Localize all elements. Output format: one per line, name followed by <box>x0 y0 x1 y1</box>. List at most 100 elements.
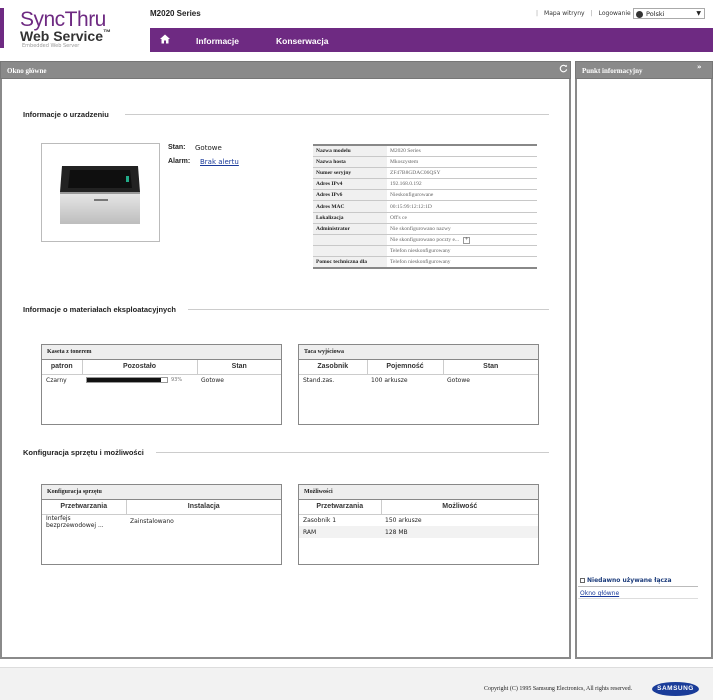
divider <box>578 586 698 587</box>
column-header: Stan <box>443 360 538 375</box>
expand-icon[interactable]: » <box>697 63 702 71</box>
capability-item: Zasobnik 1 <box>299 514 381 526</box>
language-value: Polski <box>646 10 665 18</box>
device-info-value: Nie skonfigurowano poczty e... + <box>387 234 537 247</box>
column-header: Instalacja <box>126 500 281 515</box>
toner-table: patron Pozostało Stan Czarny 93% Gotowe <box>42 360 281 386</box>
table-row: Czarny 93% Gotowe <box>42 374 281 386</box>
hw-value: Zainstalowano <box>126 514 281 529</box>
device-info-key: Adres MAC <box>313 200 387 213</box>
section-divider <box>156 452 549 453</box>
toner-level: 93% <box>86 377 193 384</box>
capability-item: RAM <box>299 526 381 538</box>
logo-subtitle: Embedded Web Server <box>22 43 80 49</box>
login-link[interactable]: Logowanie <box>599 10 631 17</box>
printer-image <box>41 143 160 242</box>
device-info-row: Lokalizacja Off's ce <box>313 212 537 224</box>
column-header: Przetwarzania <box>299 500 382 515</box>
collapse-icon[interactable] <box>580 578 585 583</box>
device-info-row: Adres IPv6 Nieskonfigurowane <box>313 189 537 202</box>
nav-informacje[interactable]: Informacje <box>196 36 239 46</box>
device-info-value: Off's ce <box>387 212 537 224</box>
capability-value: 150 arkusze <box>381 514 538 526</box>
tray-capacity: 100 arkusze <box>367 374 443 386</box>
column-header: Pojemność <box>367 360 444 375</box>
capabilities-table: Przetwarzania Możliwość Zasobnik 1 150 a… <box>299 500 538 538</box>
device-info-value: Nieskonfigurowane <box>387 189 537 202</box>
recent-links-label: Niedawno używane łącza <box>587 577 672 584</box>
table-header-row: Przetwarzania Możliwość <box>299 500 538 515</box>
footer <box>0 667 713 700</box>
toner-percent: 93% <box>171 377 183 384</box>
refresh-icon[interactable] <box>559 64 568 73</box>
samsung-logo: SAMSUNG <box>652 682 699 696</box>
alarm-label: Alarm: <box>168 158 191 165</box>
device-info-value: Telefon nieskonfigurowany <box>387 256 537 270</box>
alarm-value[interactable]: Brak alertu <box>200 158 239 166</box>
section-divider <box>188 309 549 310</box>
language-select[interactable]: Polski ▼ <box>633 8 705 19</box>
capabilities-panel: Możliwości Przetwarzania Możliwość Zasob… <box>298 484 539 565</box>
capability-value: 128 MB <box>381 526 538 538</box>
device-info-key: Nazwa modelu <box>313 143 387 157</box>
model-name: M2020 Series <box>150 9 201 18</box>
expand-plus-icon[interactable]: + <box>463 236 471 244</box>
hw-item: Interfejs bezprzewodowej ... <box>42 514 126 529</box>
chevron-down-icon: ▼ <box>696 10 701 17</box>
hw-config-panel: Konfiguracja sprzętu Przetwarzania Insta… <box>41 484 282 565</box>
device-info-value: Mkoszystem <box>387 156 537 168</box>
toner-panel-title: Kaseta z tonerem <box>42 345 281 360</box>
side-panel-title: Punkt informacyjny <box>582 67 643 75</box>
device-info-key: Lokalizacja <box>313 212 387 224</box>
device-info-row: Nie skonfigurowano poczty e... + <box>313 234 537 247</box>
hw-config-panel-title: Konfiguracja sprzętu <box>42 485 281 500</box>
logo-accent-bar <box>0 8 4 48</box>
device-info-row: Nazwa modelu M2020 Series <box>313 143 537 157</box>
table-header-row: Zasobnik Pojemność Stan <box>299 360 538 375</box>
divider <box>578 598 698 599</box>
output-tray-table: Zasobnik Pojemność Stan Stand.zas. 100 a… <box>299 360 538 386</box>
separator: | <box>536 10 539 17</box>
table-header-row: patron Pozostało Stan <box>42 360 281 375</box>
column-header: Przetwarzania <box>42 500 127 515</box>
device-info-value: Telefon nieskonfigurowany <box>387 245 537 258</box>
output-tray-panel: Taca wyjściowa Zasobnik Pojemność Stan S… <box>298 344 539 425</box>
device-info-key: Pomoc techniczna dla <box>313 256 387 270</box>
copyright-text: Copyright (C) 1995 Samsung Electronics, … <box>484 686 633 692</box>
admin-email-value: Nie skonfigurowano poczty e... <box>390 236 460 243</box>
home-icon[interactable] <box>160 34 170 44</box>
nav-konserwacja[interactable]: Konserwacja <box>276 36 328 46</box>
device-info-table: Nazwa modelu M2020 Series Nazwa hosta Mkos… <box>313 143 537 270</box>
recent-link-home[interactable]: Okno główne <box>580 590 619 597</box>
table-row: Interfejs bezprzewodowej ... Zainstalowa… <box>42 514 281 529</box>
device-info-key: Adres IPv4 <box>313 178 387 191</box>
toner-progress-fill <box>87 378 162 383</box>
column-header: Pozostało <box>82 360 198 375</box>
device-info-value: ZF47B8GDAC06QSY <box>387 167 537 180</box>
top-links: | Mapa witryny | Logowanie <box>536 10 631 17</box>
device-info-row: Adres MAC 00:15:99:12:12:1D <box>313 200 537 213</box>
device-info-key: Nazwa hosta <box>313 156 387 168</box>
device-info-key <box>313 245 387 258</box>
column-header: Zasobnik <box>299 360 368 375</box>
toner-progress-bar <box>86 377 168 384</box>
toner-state: Gotowe <box>197 374 281 386</box>
logo-web-service: Web Service™ <box>20 28 111 44</box>
recent-links-title[interactable]: Niedawno używane łącza <box>580 577 672 584</box>
device-info-value: 00:15:99:12:12:1D <box>387 200 537 213</box>
site-map-link[interactable]: Mapa witryny <box>544 10 585 17</box>
device-info-value: 192.168.0.192 <box>387 178 537 191</box>
status-label: Stan: <box>168 144 186 151</box>
table-row: Zasobnik 1 150 arkusze <box>299 514 538 526</box>
column-header: Możliwość <box>381 500 538 515</box>
table-row: Stand.zas. 100 arkusze Gotowe <box>299 374 538 386</box>
section-divider <box>125 114 549 115</box>
device-info-row: Adres IPv4 192.168.0.192 <box>313 178 537 191</box>
alarm-link[interactable]: Brak alertu <box>200 158 239 166</box>
device-info-key: Numer seryjny <box>313 167 387 180</box>
tray-state: Gotowe <box>443 374 538 386</box>
toner-color: Czarny <box>42 374 82 386</box>
device-section-title: Informacje o urzadzeniu <box>23 110 109 119</box>
device-info-row: Numer seryjny ZF47B8GDAC06QSY <box>313 167 537 180</box>
device-info-row: Pomoc techniczna dla Telefon nieskonfigur… <box>313 256 537 270</box>
